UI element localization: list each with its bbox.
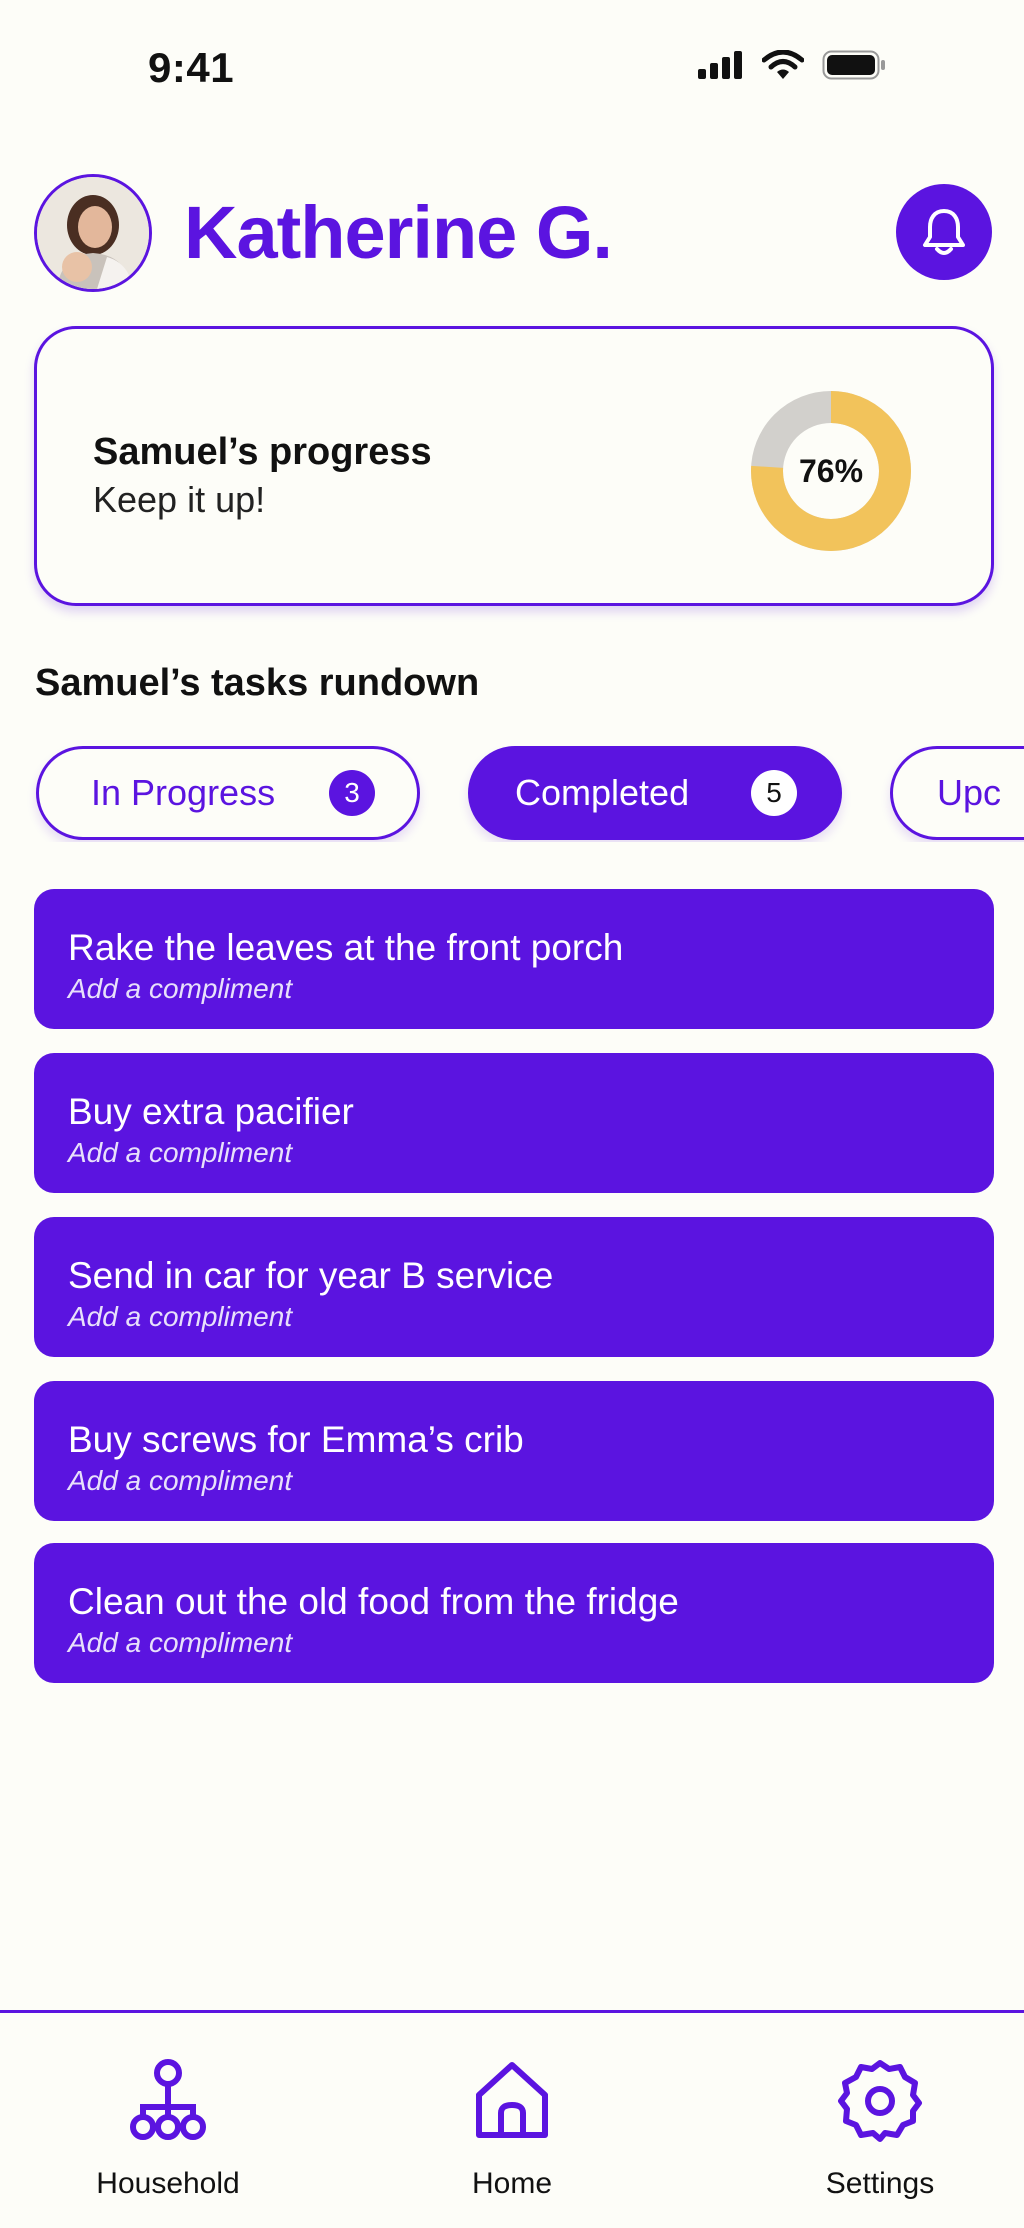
task-title: Buy screws for Emma’s crib xyxy=(68,1419,524,1460)
avatar[interactable] xyxy=(34,174,152,292)
task-card[interactable]: Rake the leaves at the front porch Add a… xyxy=(34,889,994,1029)
filter-label: Completed xyxy=(515,772,690,813)
filter-in-progress[interactable]: In Progress 3 xyxy=(36,746,420,840)
progress-title: Samuel’s progress xyxy=(93,431,432,473)
status-icons xyxy=(698,50,886,80)
tab-label: Household xyxy=(96,2167,240,2200)
cellular-signal-icon xyxy=(698,51,742,79)
add-compliment-link[interactable]: Add a compliment xyxy=(68,1465,292,1497)
user-name: Katherine G. xyxy=(184,191,613,274)
task-title: Clean out the old food from the fridge xyxy=(68,1581,679,1622)
filter-count-badge: 3 xyxy=(329,770,375,816)
notifications-button[interactable] xyxy=(896,184,992,280)
battery-icon xyxy=(822,50,885,80)
filter-label: Upc xyxy=(937,772,1002,813)
tab-home[interactable]: Home xyxy=(412,2055,612,2201)
progress-percent: 76% xyxy=(798,452,864,489)
bottom-tab-bar: Household Home Settings xyxy=(0,2010,1024,2228)
filter-count-badge: 5 xyxy=(751,770,797,816)
add-compliment-link[interactable]: Add a compliment xyxy=(68,1137,292,1169)
bell-icon xyxy=(923,209,965,255)
task-card[interactable]: Send in car for year B service Add a com… xyxy=(34,1217,994,1357)
settings-icon xyxy=(838,2060,922,2142)
tab-label: Settings xyxy=(825,2167,935,2200)
task-card[interactable]: Clean out the old food from the fridge A… xyxy=(34,1543,994,1683)
tab-label: Home xyxy=(471,2167,553,2200)
household-icon xyxy=(130,2059,206,2140)
task-card[interactable]: Buy screws for Emma’s crib Add a complim… xyxy=(34,1381,994,1521)
avatar-photo xyxy=(37,177,149,289)
progress-donut: 76% xyxy=(751,391,911,551)
task-title: Buy extra pacifier xyxy=(68,1091,354,1132)
status-time: 9:41 xyxy=(148,44,235,91)
filter-tabs: In Progress 3 Completed 5 Upc xyxy=(0,746,1024,842)
progress-card[interactable]: Samuel’s progress Keep it up! 76% xyxy=(34,326,994,606)
tab-settings[interactable]: Settings xyxy=(780,2055,980,2201)
tab-household[interactable]: Household xyxy=(68,2055,268,2201)
add-compliment-link[interactable]: Add a compliment xyxy=(68,973,292,1005)
filter-upcoming[interactable]: Upc xyxy=(890,746,1024,840)
header: Katherine G. xyxy=(34,172,994,294)
filter-completed[interactable]: Completed 5 xyxy=(468,746,842,840)
add-compliment-link[interactable]: Add a compliment xyxy=(68,1627,292,1659)
wifi-icon xyxy=(762,50,804,79)
task-title: Rake the leaves at the front porch xyxy=(68,927,624,968)
task-title: Send in car for year B service xyxy=(68,1255,554,1296)
tasks-section-title: Samuel’s tasks rundown xyxy=(35,662,480,704)
progress-subtitle: Keep it up! xyxy=(93,479,266,520)
filter-label: In Progress xyxy=(91,772,276,813)
add-compliment-link[interactable]: Add a compliment xyxy=(68,1301,292,1333)
status-bar: 9:41 xyxy=(0,0,1024,130)
task-card[interactable]: Buy extra pacifier Add a compliment xyxy=(34,1053,994,1193)
home-icon xyxy=(476,2062,548,2138)
